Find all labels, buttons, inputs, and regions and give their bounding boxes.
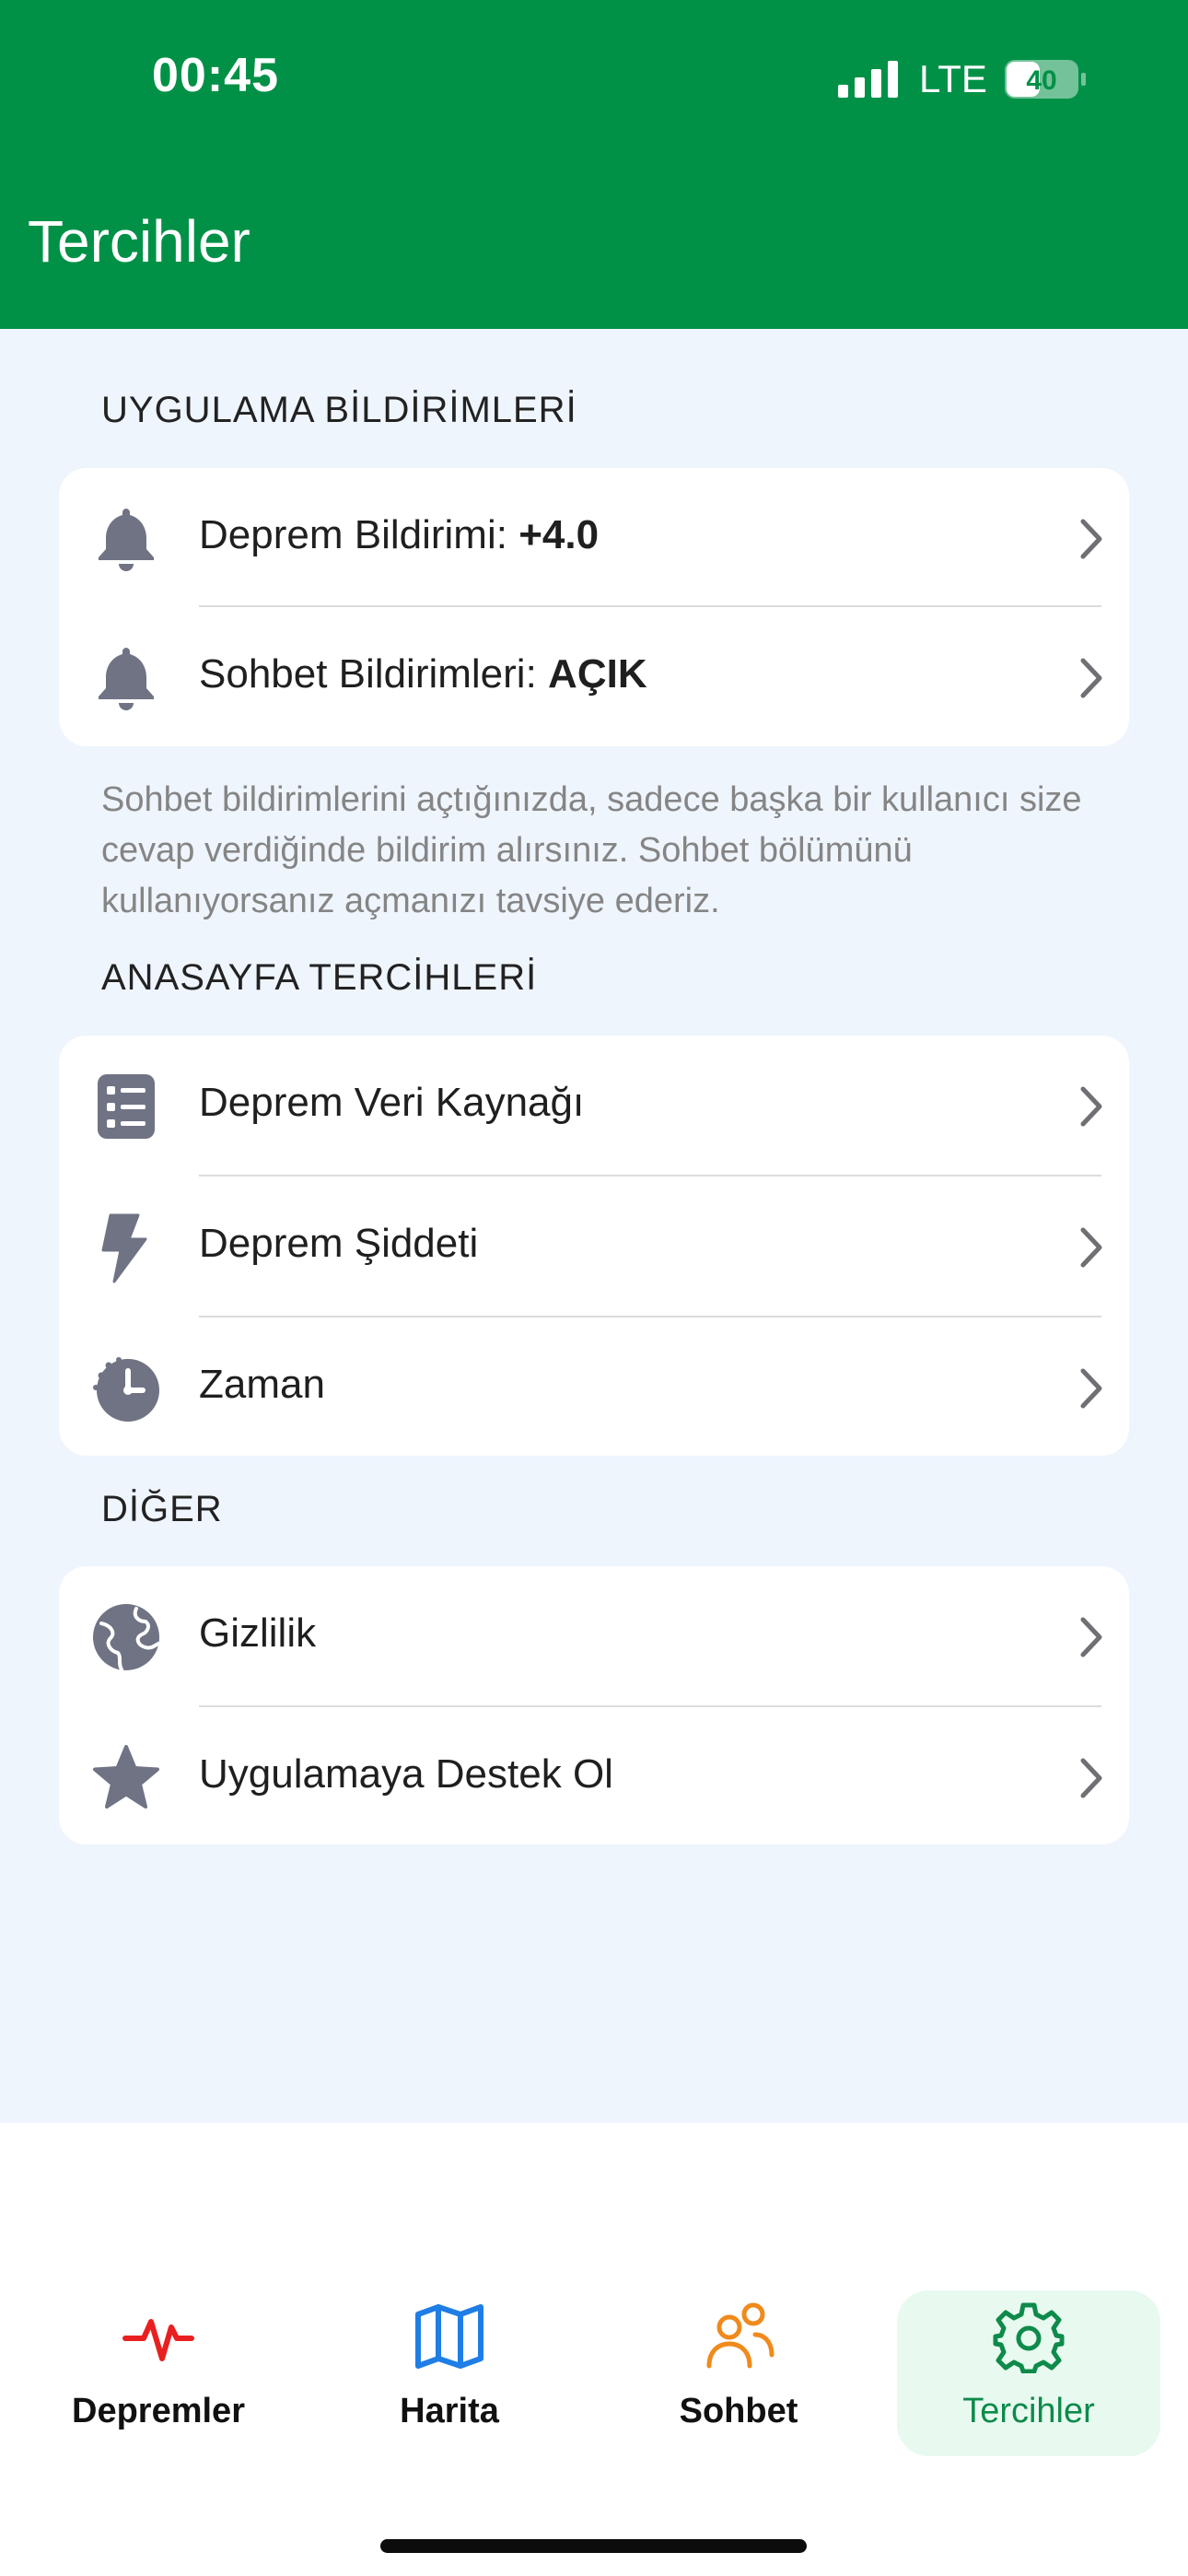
row-intensity[interactable]: Deprem Şiddeti — [59, 1177, 1129, 1317]
chat-notification-note: Sohbet bildirimlerini açtığınızda, sadec… — [101, 780, 1082, 920]
row-label: Gizlilik — [199, 1610, 317, 1656]
users-icon — [706, 2302, 775, 2369]
list-icon — [98, 1074, 155, 1139]
clock-icon — [93, 1357, 159, 1422]
battery-level: 40 — [1026, 65, 1056, 96]
signal-icon — [838, 61, 898, 98]
status-time: 00:45 — [152, 49, 279, 102]
section-title-home: ANASAYFA TERCİHLERİ — [101, 957, 538, 998]
tab-label: Harita — [400, 2392, 499, 2430]
row-value: +4.0 — [518, 512, 600, 557]
row-value: AÇIK — [548, 651, 647, 697]
other-card: Gizlilik Uygulamaya Destek Ol — [59, 1566, 1129, 1844]
page-title: Tercihler — [28, 208, 250, 275]
network-type: LTE — [919, 57, 987, 100]
chevron-right-icon — [1080, 1086, 1102, 1127]
row-privacy[interactable]: Gizlilik — [59, 1566, 1129, 1707]
tab-label: Sohbet — [679, 2392, 798, 2430]
chevron-right-icon — [1080, 1227, 1102, 1268]
chevron-right-icon — [1080, 1617, 1102, 1657]
tab-tercihler[interactable]: Tercihler — [897, 2290, 1160, 2456]
map-icon — [415, 2304, 483, 2369]
tab-harita[interactable]: Harita — [318, 2290, 581, 2456]
row-label: Deprem Şiddeti — [199, 1221, 479, 1266]
chevron-right-icon — [1080, 658, 1102, 698]
notifications-card: Deprem Bildirimi: +4.0 Sohbet Bildirimle… — [59, 468, 1129, 746]
section-title-other: DİĞER — [101, 1489, 223, 1529]
home-card: Deprem Veri Kaynağı Deprem Şiddeti Zaman — [59, 1036, 1129, 1456]
home-indicator — [380, 2539, 807, 2553]
battery-icon: 40 — [1005, 60, 1086, 99]
star-icon — [93, 1745, 159, 1809]
globe-icon — [93, 1604, 160, 1671]
chevron-right-icon — [1080, 1368, 1102, 1409]
tab-label: Tercihler — [962, 2392, 1095, 2430]
row-label: Deprem Bildirimi: — [199, 512, 507, 557]
row-label: Zaman — [199, 1362, 325, 1407]
bell-icon — [99, 509, 154, 571]
bell-icon — [99, 648, 154, 710]
pulse-icon — [122, 2319, 194, 2361]
row-label: Sohbet Bildirimleri: — [199, 651, 537, 697]
section-title-notifications: UYGULAMA BİLDİRİMLERİ — [101, 390, 577, 430]
tab-depremler[interactable]: Depremler — [27, 2290, 290, 2456]
row-earthquake-notification[interactable]: Deprem Bildirimi: +4.0 — [59, 468, 1129, 609]
row-chat-notifications[interactable]: Sohbet Bildirimleri: AÇIK — [59, 607, 1129, 748]
app-header: 00:45 LTE 40 Tercihler — [0, 0, 1188, 329]
gear-icon — [993, 2302, 1065, 2373]
row-data-source[interactable]: Deprem Veri Kaynağı — [59, 1036, 1129, 1177]
row-label: Uygulamaya Destek Ol — [199, 1751, 613, 1797]
chevron-right-icon — [1080, 519, 1102, 559]
row-support[interactable]: Uygulamaya Destek Ol — [59, 1707, 1129, 1848]
row-label: Deprem Veri Kaynağı — [199, 1080, 585, 1125]
chevron-right-icon — [1080, 1758, 1102, 1798]
tab-sohbet[interactable]: Sohbet — [607, 2290, 870, 2456]
bolt-icon — [101, 1213, 147, 1283]
row-time[interactable]: Zaman — [59, 1317, 1129, 1458]
tab-label: Depremler — [72, 2392, 245, 2430]
